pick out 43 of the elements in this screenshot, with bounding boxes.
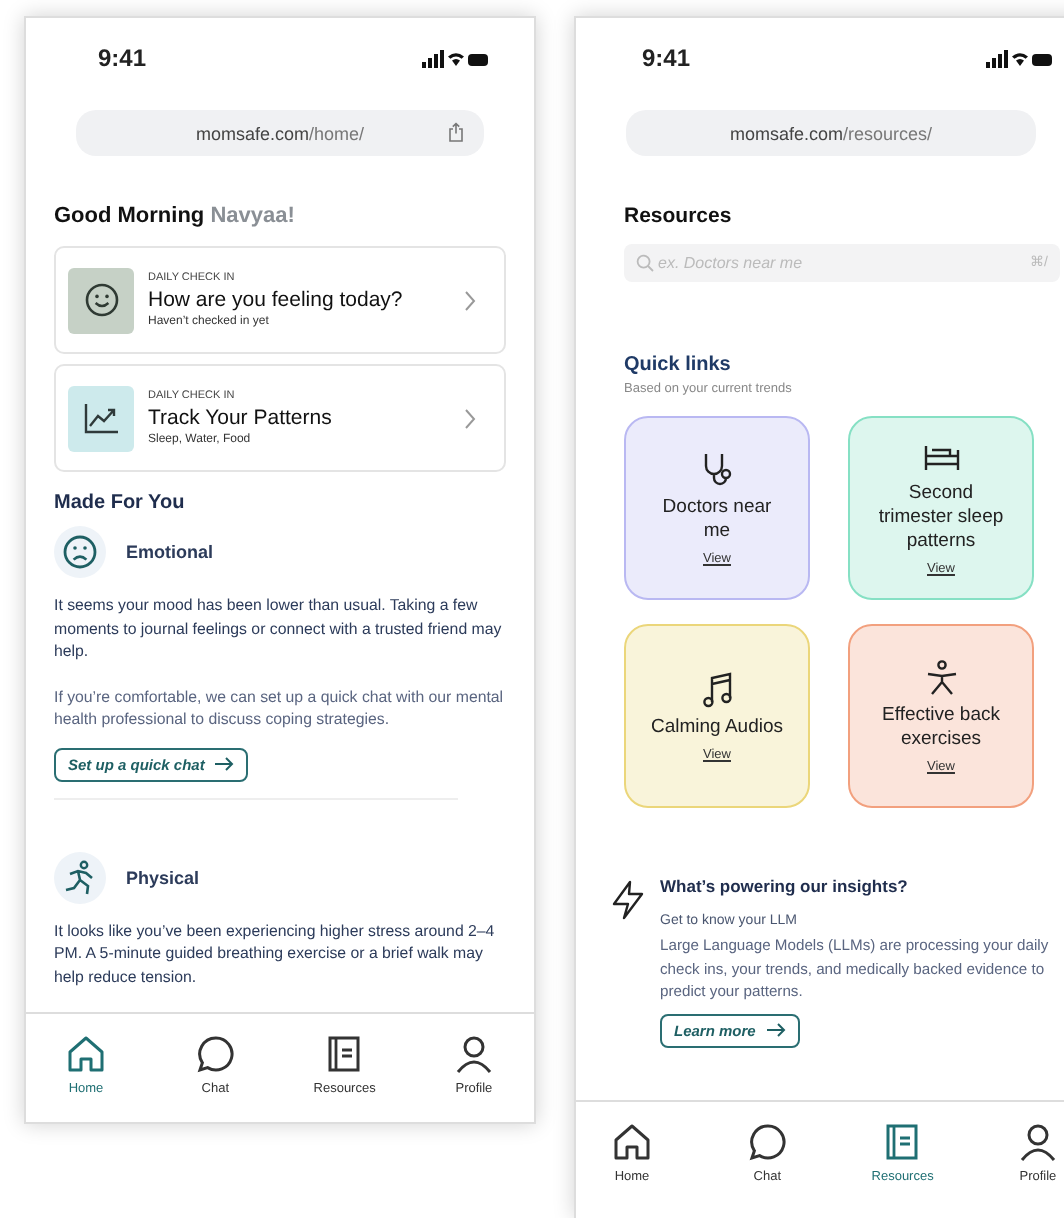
share-icon[interactable] bbox=[448, 122, 464, 142]
profile-icon bbox=[1017, 1122, 1058, 1162]
sad-face-icon bbox=[62, 534, 98, 570]
url-text: momsafe.com/resources/ bbox=[729, 123, 933, 143]
section-title: Quick links bbox=[624, 354, 733, 376]
chevron-icon bbox=[464, 289, 476, 311]
status-icons bbox=[422, 49, 490, 67]
chat-icon bbox=[195, 1034, 236, 1074]
status-time: 9:41 bbox=[98, 44, 147, 72]
lightning-icon bbox=[612, 880, 644, 920]
status-time: 9:41 bbox=[642, 44, 691, 72]
insights-title: What’s powering our insights? bbox=[660, 876, 908, 896]
quick-link-label: Effective back exercises bbox=[880, 703, 1002, 751]
runner-icon bbox=[62, 859, 98, 895]
status-icons bbox=[986, 49, 1054, 67]
quick-link-label: Second trimester sleep patterns bbox=[876, 481, 1006, 553]
chat-icon bbox=[747, 1122, 788, 1162]
smiley-icon bbox=[83, 282, 119, 318]
home-icon bbox=[612, 1122, 652, 1162]
address-bar[interactable]: momsafe.com/resources/ bbox=[626, 110, 1036, 156]
card-title: How are you feeling today? bbox=[148, 288, 405, 312]
music-note-icon bbox=[701, 671, 733, 707]
stethoscope-icon bbox=[699, 451, 735, 487]
section-title: Made For You bbox=[54, 492, 187, 514]
book-icon bbox=[882, 1122, 923, 1162]
book-icon bbox=[324, 1034, 365, 1074]
insight-title: Emotional bbox=[126, 542, 214, 562]
arrow-icon bbox=[765, 1022, 786, 1038]
address-bar[interactable]: momsafe.com/home/ bbox=[76, 110, 484, 156]
profile-icon bbox=[453, 1034, 494, 1074]
chevron-icon bbox=[464, 407, 476, 429]
home-icon bbox=[66, 1034, 106, 1074]
arrow-icon bbox=[214, 756, 235, 772]
quick-link-label: Doctors near me bbox=[660, 495, 774, 543]
page-title: Resources bbox=[624, 204, 734, 228]
url-text: momsafe.com/home/ bbox=[195, 123, 365, 143]
quick-link-label: Calming Audios bbox=[650, 715, 783, 739]
insight-title: Physical bbox=[126, 867, 200, 887]
chart-icon bbox=[83, 402, 119, 434]
greeting: Good Morning Navyaa! bbox=[54, 204, 297, 228]
bed-icon bbox=[921, 441, 961, 473]
card-title: Track Your Patterns bbox=[148, 406, 334, 430]
person-icon bbox=[923, 659, 959, 695]
